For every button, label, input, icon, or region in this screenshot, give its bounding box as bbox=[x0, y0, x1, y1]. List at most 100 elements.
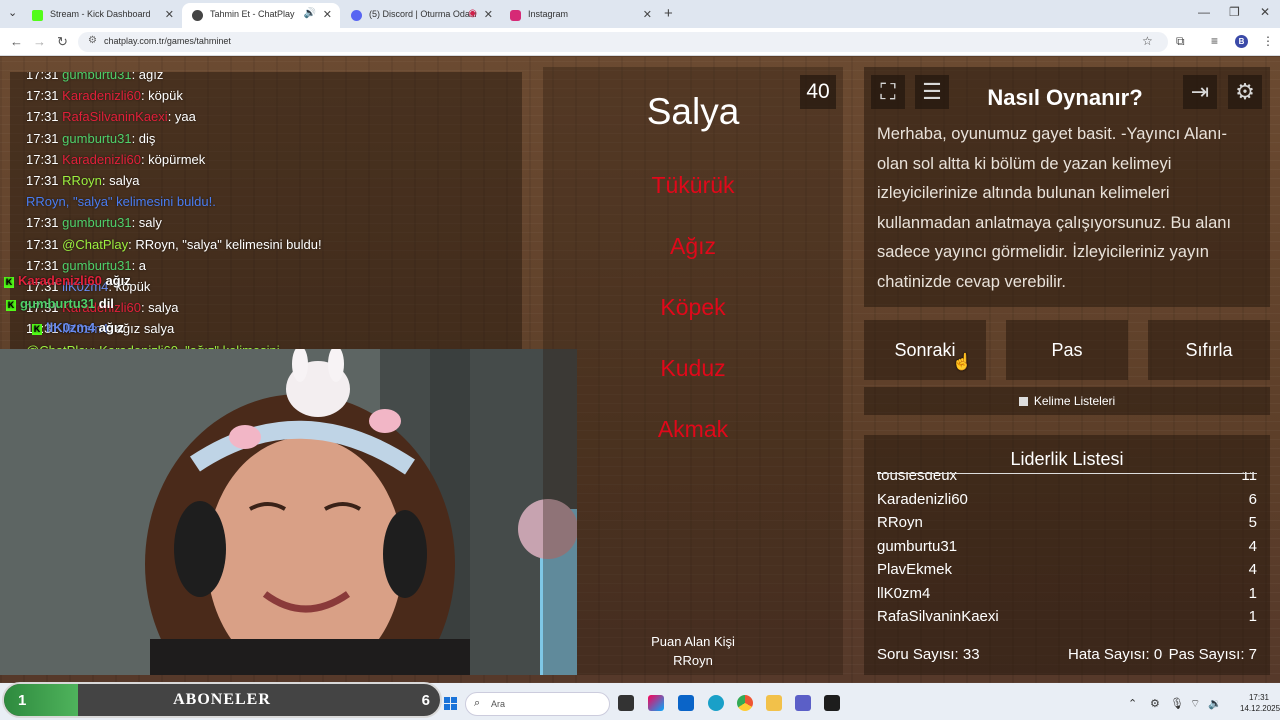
instagram-icon bbox=[510, 10, 521, 21]
scorer-label: Puan Alan Kişi bbox=[651, 634, 735, 649]
reload-icon[interactable]: ↻ bbox=[57, 34, 68, 50]
gear-icon[interactable]: ⚙ bbox=[1228, 75, 1262, 109]
taboo-word: Kuduz bbox=[660, 355, 726, 381]
chat-username[interactable]: RafaSilvaninKaexi bbox=[62, 109, 168, 124]
target-word: Salya bbox=[646, 91, 740, 132]
mouse-cursor-icon: ☝ bbox=[952, 354, 972, 371]
close-icon[interactable]: ✕ bbox=[484, 8, 493, 21]
chat-text: : a bbox=[131, 257, 147, 273]
chat-username[interactable]: gumburtu31 bbox=[62, 258, 131, 273]
fullscreen-icon[interactable]: ⛶ bbox=[871, 75, 905, 109]
chat-text: : salya bbox=[140, 300, 179, 316]
exit-icon[interactable]: ⇥ bbox=[1183, 75, 1217, 109]
overlay-chat-line: Kgumburtu31 dil bbox=[6, 296, 114, 311]
chat-text: : diş bbox=[131, 130, 156, 146]
overlay-chat-line: K Karadenizli60 ağız bbox=[4, 273, 131, 288]
tab-chatplay[interactable]: Tahmin Et - ChatPlay 🔊 ✕ bbox=[182, 3, 340, 28]
close-icon[interactable]: ✕ bbox=[643, 8, 652, 21]
extensions-icon[interactable]: ⧉ bbox=[1176, 34, 1185, 49]
chat-message: 17:31 Karadenizli60: köpük bbox=[26, 88, 183, 103]
search-icon: ⌕ bbox=[474, 697, 481, 709]
tab-instagram[interactable]: Instagram ✕ bbox=[500, 3, 660, 28]
leaderboard-title: Liderlik Listesi bbox=[1010, 449, 1124, 469]
taskbar-clock[interactable]: 17:31 14.12.2025 bbox=[1240, 692, 1280, 714]
chat-timestamp: 17:31 bbox=[26, 72, 59, 82]
site-info-icon[interactable]: ⚙ bbox=[88, 35, 97, 46]
taskbar-search-input[interactable]: ⌕ Ara bbox=[465, 692, 610, 716]
how-to-play-text: Merhaba, oyunumuz gayet basit. -Yayıncı … bbox=[877, 125, 1232, 291]
volume-icon[interactable]: 🔉 bbox=[1208, 697, 1222, 710]
clock-date: 14.12.2025 bbox=[1240, 704, 1280, 713]
chat-username[interactable]: @ChatPlay bbox=[62, 237, 128, 252]
chat-message: 17:31 RafaSilvaninKaexi: yaa bbox=[26, 109, 196, 124]
leaderboard-name: gumburtu31 bbox=[877, 537, 958, 555]
minimize-icon[interactable]: — bbox=[1198, 5, 1210, 19]
chat-username[interactable]: gumburtu31 bbox=[62, 131, 131, 146]
bookmark-star-icon[interactable]: ☆ bbox=[1142, 34, 1153, 48]
kick-badge-icon: K bbox=[32, 324, 42, 335]
chat-username[interactable]: Karadenizli60 bbox=[62, 88, 141, 103]
tab-search-chevron-icon[interactable]: ⌄ bbox=[8, 6, 17, 19]
close-icon[interactable]: ✕ bbox=[165, 8, 174, 21]
chat-timestamp: 17:31 bbox=[26, 151, 59, 167]
chat-timestamp: 17:31 bbox=[26, 173, 59, 188]
tab-title: Tahmin Et - ChatPlay bbox=[210, 9, 295, 19]
pass-button[interactable]: Pas bbox=[1006, 320, 1128, 380]
speaker-icon[interactable]: 🔊 bbox=[304, 8, 316, 19]
chat-message: 17:31 RRoyn: salya bbox=[26, 173, 140, 188]
leaderboard-row: llK0zm4 1 bbox=[877, 582, 1257, 605]
chat-username[interactable]: RRoyn bbox=[62, 173, 102, 188]
kick-app-icon[interactable] bbox=[824, 695, 840, 711]
discord-icon bbox=[351, 10, 362, 21]
word-lists-label: Kelime Listeleri bbox=[1033, 394, 1116, 408]
file-explorer-icon[interactable] bbox=[766, 695, 782, 711]
forward-icon[interactable]: → bbox=[33, 34, 46, 49]
tray-chevron-icon[interactable]: ⌃ bbox=[1128, 697, 1137, 710]
url-input[interactable]: ⚙ chatplay.com.tr/games/tahminet bbox=[78, 32, 1168, 52]
kick-badge-icon: K bbox=[4, 277, 14, 288]
checkbox-icon[interactable] bbox=[1018, 397, 1028, 406]
media-controls-icon[interactable]: ≡ bbox=[1211, 34, 1218, 48]
leaderboard-score: 1 bbox=[1248, 608, 1257, 625]
game-page: 17:31 gumburtu31: ağız 17:31 Karadenizli6… bbox=[0, 57, 1280, 683]
task-view-icon[interactable] bbox=[618, 695, 634, 711]
back-icon[interactable]: ← bbox=[10, 34, 23, 49]
network-icon[interactable]: ⚙ bbox=[1150, 697, 1160, 710]
chat-username[interactable]: RRoyn, "salya" kelimesini buldu!. bbox=[26, 194, 216, 209]
leaderboard-list[interactable]: touslesdeux 11 Karadenizli60 6 RRoyn 5 gumburt… bbox=[877, 472, 1257, 642]
windows-start-icon[interactable] bbox=[444, 697, 457, 710]
window-close-icon[interactable]: ✕ bbox=[1260, 5, 1270, 19]
chat-timestamp: 17:31 bbox=[26, 130, 59, 146]
subscriber-goal: 6 bbox=[421, 692, 430, 709]
chat-timestamp: 17:31 bbox=[26, 257, 59, 273]
kick-badge-icon: K bbox=[6, 300, 16, 311]
copilot-icon[interactable] bbox=[648, 695, 664, 711]
taboo-word: Tükürük bbox=[651, 172, 735, 198]
browser-tab-bar: ⌄ Stream - Kick Dashboard ✕ Tahmin Et - … bbox=[0, 0, 1280, 28]
reset-button[interactable]: Sıfırla bbox=[1148, 320, 1270, 380]
mic-icon[interactable]: 🎙 bbox=[1170, 697, 1184, 710]
chat-username[interactable]: gumburtu31 bbox=[62, 72, 131, 82]
chrome-icon[interactable] bbox=[737, 695, 753, 711]
leaderboard-row: RRoyn 5 bbox=[877, 511, 1257, 534]
restore-icon[interactable]: ❐ bbox=[1229, 5, 1240, 19]
word-lists-button[interactable]: Kelime Listeleri bbox=[864, 387, 1270, 415]
new-tab-button[interactable]: + bbox=[664, 5, 673, 22]
edge-icon[interactable] bbox=[708, 695, 724, 711]
leaderboard-name: RafaSilvaninKaexi bbox=[877, 608, 999, 625]
url-text: chatplay.com.tr/games/tahminet bbox=[104, 36, 231, 46]
chat-username[interactable]: Karadenizli60 bbox=[62, 152, 141, 167]
tab-discord[interactable]: (5) Discord | Oturma Odası ◉ ✕ bbox=[341, 3, 501, 28]
chat-username[interactable]: gumburtu31 bbox=[62, 215, 131, 230]
outlook-icon[interactable] bbox=[678, 695, 694, 711]
list-icon[interactable]: ☰ bbox=[915, 75, 949, 109]
wifi-icon[interactable]: ⌔ bbox=[1190, 697, 1200, 711]
teams-icon[interactable] bbox=[795, 695, 811, 711]
profile-avatar[interactable]: B bbox=[1235, 35, 1248, 48]
taboo-word: Köpek bbox=[660, 294, 726, 320]
tab-kick-dashboard[interactable]: Stream - Kick Dashboard ✕ bbox=[22, 3, 182, 28]
menu-kebab-icon[interactable]: ⋮ bbox=[1262, 34, 1274, 48]
pass-count: Pas Sayısı: 7 bbox=[1168, 646, 1257, 663]
clock-time: 17:31 bbox=[1248, 693, 1270, 702]
close-icon[interactable]: ✕ bbox=[323, 8, 332, 21]
